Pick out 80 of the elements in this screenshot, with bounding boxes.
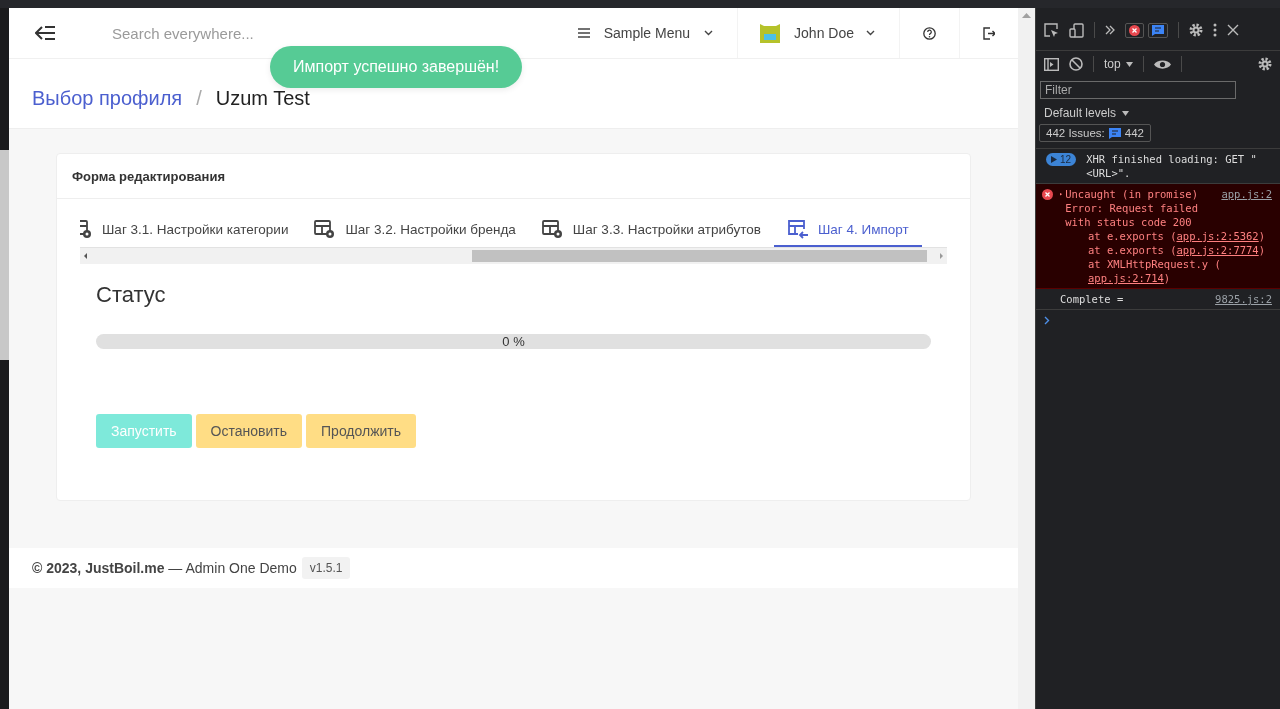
- status-heading: Статус: [96, 282, 167, 308]
- menu-collapse-icon: [35, 26, 55, 40]
- close-button[interactable]: [1227, 24, 1239, 36]
- settings-icon: [1189, 23, 1203, 37]
- message-text: Complete =: [1060, 293, 1124, 305]
- eye-icon: [1153, 58, 1171, 70]
- chevron-down-icon: [866, 30, 875, 36]
- success-toast: Импорт успешно завершён!: [270, 46, 523, 88]
- settings-button[interactable]: [1189, 23, 1203, 37]
- prompt-chevron-icon: [1044, 316, 1050, 325]
- scroll-up-icon: [1022, 12, 1031, 18]
- table-arrow-icon: [786, 219, 809, 239]
- issues-badge[interactable]: [1148, 22, 1168, 38]
- footer-text: © 2023, JustBoil.me — Admin One Demo: [32, 560, 297, 576]
- console-settings-button[interactable]: [1258, 57, 1272, 71]
- stack-frame-end: ): [1163, 271, 1171, 285]
- inspect-button[interactable]: [1044, 22, 1059, 38]
- close-icon: [1227, 24, 1239, 36]
- clear-console-button[interactable]: [1069, 57, 1083, 71]
- chevron-down-icon: [704, 30, 714, 36]
- search-field[interactable]: Search everywhere...: [110, 23, 414, 43]
- message-text: XHR finished loading: GET "<URL>".: [1086, 152, 1258, 180]
- triangle-icon: [1051, 156, 1057, 163]
- message-icon: [1152, 24, 1164, 36]
- double-chevron-icon: [1105, 25, 1115, 35]
- devices-icon: [1069, 22, 1084, 38]
- sidebar-icon: [1044, 57, 1059, 71]
- message-icon: [1108, 127, 1121, 139]
- context-dropdown[interactable]: top: [1104, 57, 1133, 71]
- sample-menu-button[interactable]: Sample Menu: [577, 8, 739, 58]
- more-options-button[interactable]: [1213, 23, 1217, 37]
- menu-icon: [577, 28, 590, 38]
- version-tag: v1.5.1: [301, 557, 351, 579]
- filter-field[interactable]: Filter: [1040, 81, 1236, 99]
- stack-frame: at e.exports (: [1088, 229, 1177, 243]
- page-title: Uzum Test: [215, 87, 310, 110]
- help-icon: [923, 26, 936, 40]
- live-expression-button[interactable]: [1153, 58, 1171, 70]
- breadcrumb-link[interactable]: Выбор профиля: [32, 87, 183, 110]
- error-icon: [1042, 189, 1053, 200]
- stack-link[interactable]: app.js:2:5362: [1176, 229, 1259, 243]
- kebab-menu-icon: [1213, 23, 1217, 37]
- table-gear-icon: [314, 219, 337, 239]
- action-button[interactable]: Продолжить: [306, 414, 417, 448]
- repeat-count-badge[interactable]: 12: [1046, 153, 1077, 166]
- stack-frame: at XMLHttpRequest.y (: [1088, 257, 1221, 271]
- stack-frame-end: ): [1258, 243, 1266, 257]
- scrollbar-thumb[interactable]: [0, 150, 9, 360]
- step-tab[interactable]: Шаг 3.1. Настройки категории: [80, 219, 302, 247]
- step-tab[interactable]: Шаг 3.2. Настройки бренда: [301, 219, 529, 247]
- logout-icon: [983, 26, 995, 40]
- source-link[interactable]: 9825.js:2: [1215, 292, 1272, 306]
- step-tab[interactable]: Шаг 3.3. Настройки атрибутов: [528, 219, 774, 247]
- dropdown-triangle-icon: [1122, 110, 1130, 116]
- errors-badge[interactable]: [1125, 22, 1144, 38]
- stack-frame: at e.exports (: [1088, 243, 1177, 257]
- log-levels-dropdown[interactable]: Default levels: [1044, 106, 1130, 120]
- settings-icon: [1258, 57, 1272, 71]
- error-icon: [1129, 24, 1140, 36]
- inspect-icon: [1044, 22, 1059, 38]
- collapse-menu-button[interactable]: [35, 26, 55, 40]
- block-icon: [1069, 57, 1083, 71]
- issues-button[interactable]: 442 Issues: 442: [1039, 124, 1151, 142]
- card-title: Форма редактирования: [72, 168, 225, 184]
- dropdown-triangle-icon: [1125, 61, 1133, 67]
- stack-frame-end: ): [1258, 229, 1266, 243]
- source-link[interactable]: app.js:2: [1221, 187, 1272, 201]
- vertical-scrollbar[interactable]: [1018, 8, 1035, 709]
- stack-link[interactable]: app.js:2:714: [1088, 271, 1164, 285]
- avatar-icon: [758, 21, 783, 45]
- device-toggle-button[interactable]: [1069, 22, 1084, 38]
- sidebar-toggle-button[interactable]: [1044, 57, 1059, 71]
- table-gear-icon: [541, 219, 564, 239]
- user-menu-button[interactable]: John Doe: [738, 8, 900, 58]
- horizontal-scrollbar[interactable]: [80, 248, 947, 264]
- stack-link[interactable]: app.js:2:7774: [1176, 243, 1259, 257]
- breadcrumb-separator: /: [196, 87, 202, 110]
- action-button[interactable]: Остановить: [195, 414, 303, 448]
- progress-reading: 0 %: [501, 334, 526, 349]
- more-tabs-button[interactable]: [1105, 25, 1115, 35]
